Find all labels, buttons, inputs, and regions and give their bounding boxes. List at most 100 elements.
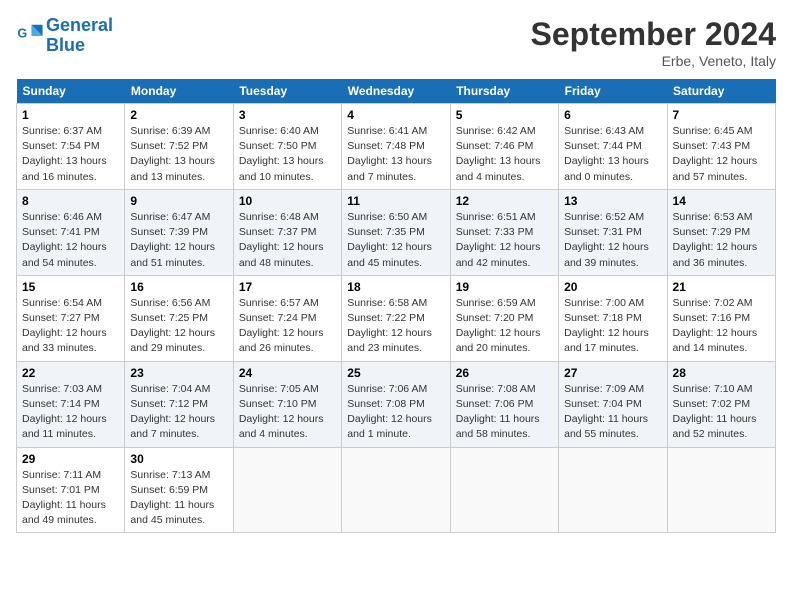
calendar-cell: 5 Sunrise: 6:42 AM Sunset: 7:46 PM Daylig… bbox=[450, 104, 558, 190]
calendar-cell: 29Sunrise: 7:11 AM Sunset: 7:01 PM Dayli… bbox=[17, 447, 125, 533]
calendar-week: 1 Sunrise: 6:37 AM Sunset: 7:54 PM Daylig… bbox=[17, 104, 776, 190]
page: G General Blue September 2024 Erbe, Vene… bbox=[0, 0, 792, 543]
day-number: 23 bbox=[130, 366, 227, 380]
calendar-cell: 24 Sunrise: 7:05 AM Sunset: 7:10 PM Dayli… bbox=[233, 361, 341, 447]
day-number: 1 bbox=[22, 108, 119, 122]
calendar-cell: 16 Sunrise: 6:56 AM Sunset: 7:25 PM Dayli… bbox=[125, 275, 233, 361]
day-number: 24 bbox=[239, 366, 336, 380]
calendar-cell: 21Sunrise: 7:02 AM Sunset: 7:16 PM Dayli… bbox=[667, 275, 775, 361]
day-info: Sunrise: 6:59 AM Sunset: 7:20 PM Dayligh… bbox=[456, 296, 553, 357]
day-info: Sunrise: 7:08 AM Sunset: 7:06 PM Dayligh… bbox=[456, 382, 553, 443]
day-number: 19 bbox=[456, 280, 553, 294]
day-number: 5 bbox=[456, 108, 553, 122]
day-info: Sunrise: 7:02 AM Sunset: 7:16 PM Dayligh… bbox=[673, 296, 770, 357]
calendar-week: 22Sunrise: 7:03 AM Sunset: 7:14 PM Dayli… bbox=[17, 361, 776, 447]
dow-header: Sunday bbox=[17, 79, 125, 104]
day-info: Sunrise: 6:56 AM Sunset: 7:25 PM Dayligh… bbox=[130, 296, 227, 357]
day-number: 27 bbox=[564, 366, 661, 380]
calendar-cell: 26 Sunrise: 7:08 AM Sunset: 7:06 PM Dayli… bbox=[450, 361, 558, 447]
day-info: Sunrise: 6:37 AM Sunset: 7:54 PM Dayligh… bbox=[22, 124, 119, 185]
calendar-cell bbox=[450, 447, 558, 533]
calendar-cell: 9 Sunrise: 6:47 AM Sunset: 7:39 PM Daylig… bbox=[125, 189, 233, 275]
day-info: Sunrise: 6:41 AM Sunset: 7:48 PM Dayligh… bbox=[347, 124, 444, 185]
day-info: Sunrise: 6:42 AM Sunset: 7:46 PM Dayligh… bbox=[456, 124, 553, 185]
day-number: 9 bbox=[130, 194, 227, 208]
calendar-cell: 1 Sunrise: 6:37 AM Sunset: 7:54 PM Daylig… bbox=[17, 104, 125, 190]
dow-header: Friday bbox=[559, 79, 667, 104]
day-number: 26 bbox=[456, 366, 553, 380]
dow-header: Thursday bbox=[450, 79, 558, 104]
svg-text:G: G bbox=[17, 26, 27, 40]
day-info: Sunrise: 7:11 AM Sunset: 7:01 PM Dayligh… bbox=[22, 468, 119, 529]
day-number: 4 bbox=[347, 108, 444, 122]
calendar-cell: 11Sunrise: 6:50 AM Sunset: 7:35 PM Dayli… bbox=[342, 189, 450, 275]
day-number: 15 bbox=[22, 280, 119, 294]
calendar-cell: 22Sunrise: 7:03 AM Sunset: 7:14 PM Dayli… bbox=[17, 361, 125, 447]
day-info: Sunrise: 6:52 AM Sunset: 7:31 PM Dayligh… bbox=[564, 210, 661, 271]
day-info: Sunrise: 6:57 AM Sunset: 7:24 PM Dayligh… bbox=[239, 296, 336, 357]
day-info: Sunrise: 7:04 AM Sunset: 7:12 PM Dayligh… bbox=[130, 382, 227, 443]
calendar-cell: 15Sunrise: 6:54 AM Sunset: 7:27 PM Dayli… bbox=[17, 275, 125, 361]
calendar-cell: 13Sunrise: 6:52 AM Sunset: 7:31 PM Dayli… bbox=[559, 189, 667, 275]
day-info: Sunrise: 6:48 AM Sunset: 7:37 PM Dayligh… bbox=[239, 210, 336, 271]
day-number: 12 bbox=[456, 194, 553, 208]
calendar-cell: 19 Sunrise: 6:59 AM Sunset: 7:20 PM Dayli… bbox=[450, 275, 558, 361]
dow-header: Monday bbox=[125, 79, 233, 104]
day-number: 3 bbox=[239, 108, 336, 122]
calendar-cell: 20 Sunrise: 7:00 AM Sunset: 7:18 PM Dayli… bbox=[559, 275, 667, 361]
calendar-cell: 4 Sunrise: 6:41 AM Sunset: 7:48 PM Daylig… bbox=[342, 104, 450, 190]
day-info: Sunrise: 6:58 AM Sunset: 7:22 PM Dayligh… bbox=[347, 296, 444, 357]
day-info: Sunrise: 7:00 AM Sunset: 7:18 PM Dayligh… bbox=[564, 296, 661, 357]
calendar-week: 29Sunrise: 7:11 AM Sunset: 7:01 PM Dayli… bbox=[17, 447, 776, 533]
day-number: 8 bbox=[22, 194, 119, 208]
calendar-cell bbox=[233, 447, 341, 533]
calendar-cell: 25Sunrise: 7:06 AM Sunset: 7:08 PM Dayli… bbox=[342, 361, 450, 447]
day-number: 30 bbox=[130, 452, 227, 466]
calendar-week: 8 Sunrise: 6:46 AM Sunset: 7:41 PM Daylig… bbox=[17, 189, 776, 275]
dow-header: Saturday bbox=[667, 79, 775, 104]
days-of-week-row: SundayMondayTuesdayWednesdayThursdayFrid… bbox=[17, 79, 776, 104]
calendar-body: 1 Sunrise: 6:37 AM Sunset: 7:54 PM Daylig… bbox=[17, 104, 776, 533]
day-info: Sunrise: 7:05 AM Sunset: 7:10 PM Dayligh… bbox=[239, 382, 336, 443]
calendar-cell: 27 Sunrise: 7:09 AM Sunset: 7:04 PM Dayli… bbox=[559, 361, 667, 447]
day-info: Sunrise: 6:51 AM Sunset: 7:33 PM Dayligh… bbox=[456, 210, 553, 271]
calendar-cell: 18 Sunrise: 6:58 AM Sunset: 7:22 PM Dayli… bbox=[342, 275, 450, 361]
calendar-cell: 8 Sunrise: 6:46 AM Sunset: 7:41 PM Daylig… bbox=[17, 189, 125, 275]
day-info: Sunrise: 6:40 AM Sunset: 7:50 PM Dayligh… bbox=[239, 124, 336, 185]
day-number: 16 bbox=[130, 280, 227, 294]
calendar-cell: 7 Sunrise: 6:45 AM Sunset: 7:43 PM Daylig… bbox=[667, 104, 775, 190]
dow-header: Wednesday bbox=[342, 79, 450, 104]
header: G General Blue September 2024 Erbe, Vene… bbox=[16, 16, 776, 69]
dow-header: Tuesday bbox=[233, 79, 341, 104]
calendar-week: 15Sunrise: 6:54 AM Sunset: 7:27 PM Dayli… bbox=[17, 275, 776, 361]
calendar-cell: 12 Sunrise: 6:51 AM Sunset: 7:33 PM Dayli… bbox=[450, 189, 558, 275]
calendar-cell bbox=[342, 447, 450, 533]
month-title: September 2024 bbox=[531, 16, 776, 53]
logo: G General Blue bbox=[16, 16, 113, 56]
day-number: 7 bbox=[673, 108, 770, 122]
day-info: Sunrise: 6:39 AM Sunset: 7:52 PM Dayligh… bbox=[130, 124, 227, 185]
day-info: Sunrise: 6:43 AM Sunset: 7:44 PM Dayligh… bbox=[564, 124, 661, 185]
day-info: Sunrise: 7:13 AM Sunset: 6:59 PM Dayligh… bbox=[130, 468, 227, 529]
day-number: 10 bbox=[239, 194, 336, 208]
logo-general: General bbox=[46, 15, 113, 35]
day-info: Sunrise: 6:45 AM Sunset: 7:43 PM Dayligh… bbox=[673, 124, 770, 185]
day-info: Sunrise: 7:06 AM Sunset: 7:08 PM Dayligh… bbox=[347, 382, 444, 443]
day-number: 6 bbox=[564, 108, 661, 122]
calendar-cell: 14Sunrise: 6:53 AM Sunset: 7:29 PM Dayli… bbox=[667, 189, 775, 275]
location: Erbe, Veneto, Italy bbox=[531, 53, 776, 69]
day-info: Sunrise: 7:09 AM Sunset: 7:04 PM Dayligh… bbox=[564, 382, 661, 443]
calendar-cell: 3 Sunrise: 6:40 AM Sunset: 7:50 PM Daylig… bbox=[233, 104, 341, 190]
day-number: 18 bbox=[347, 280, 444, 294]
day-info: Sunrise: 6:46 AM Sunset: 7:41 PM Dayligh… bbox=[22, 210, 119, 271]
day-number: 2 bbox=[130, 108, 227, 122]
day-info: Sunrise: 6:47 AM Sunset: 7:39 PM Dayligh… bbox=[130, 210, 227, 271]
calendar-cell: 6 Sunrise: 6:43 AM Sunset: 7:44 PM Daylig… bbox=[559, 104, 667, 190]
calendar-cell: 23 Sunrise: 7:04 AM Sunset: 7:12 PM Dayli… bbox=[125, 361, 233, 447]
day-number: 20 bbox=[564, 280, 661, 294]
day-number: 22 bbox=[22, 366, 119, 380]
day-number: 11 bbox=[347, 194, 444, 208]
calendar-cell: 30 Sunrise: 7:13 AM Sunset: 6:59 PM Dayli… bbox=[125, 447, 233, 533]
calendar-cell: 28Sunrise: 7:10 AM Sunset: 7:02 PM Dayli… bbox=[667, 361, 775, 447]
day-info: Sunrise: 6:53 AM Sunset: 7:29 PM Dayligh… bbox=[673, 210, 770, 271]
